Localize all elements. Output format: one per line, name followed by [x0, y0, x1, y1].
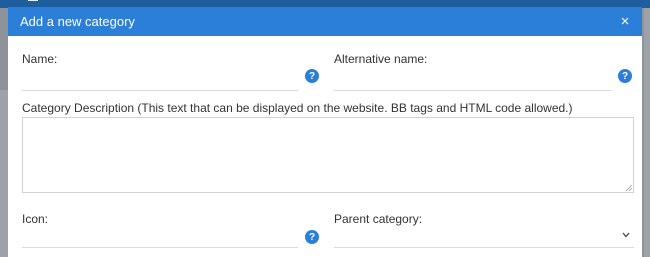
name-input[interactable] [22, 69, 298, 91]
icon-help-icon[interactable]: ? [305, 230, 319, 244]
description-textarea[interactable] [22, 117, 634, 193]
chevron-down-icon [622, 232, 630, 238]
parent-category-label: Parent category: [334, 212, 423, 226]
add-category-dialog: Add a new category × Name: ? Alternative… [8, 7, 642, 257]
alt-name-help-icon[interactable]: ? [618, 69, 632, 83]
dialog-title: Add a new category [20, 14, 135, 29]
background-right-panel [644, 8, 650, 257]
parent-category-select[interactable] [334, 226, 634, 248]
icon-input[interactable] [22, 226, 298, 248]
alt-name-label: Alternative name: [334, 52, 428, 66]
hamburger-menu-icon [28, 0, 38, 5]
dialog-header: Add a new category × [8, 7, 642, 36]
name-help-icon[interactable]: ? [305, 69, 319, 83]
background-left-panel [0, 90, 8, 257]
icon-label: Icon: [22, 212, 49, 226]
description-label: Category Description (This text that can… [22, 101, 573, 115]
resize-grip-icon[interactable] [626, 185, 632, 191]
close-icon[interactable]: × [618, 14, 632, 29]
name-label: Name: [22, 52, 58, 66]
alt-name-input[interactable] [334, 69, 612, 91]
